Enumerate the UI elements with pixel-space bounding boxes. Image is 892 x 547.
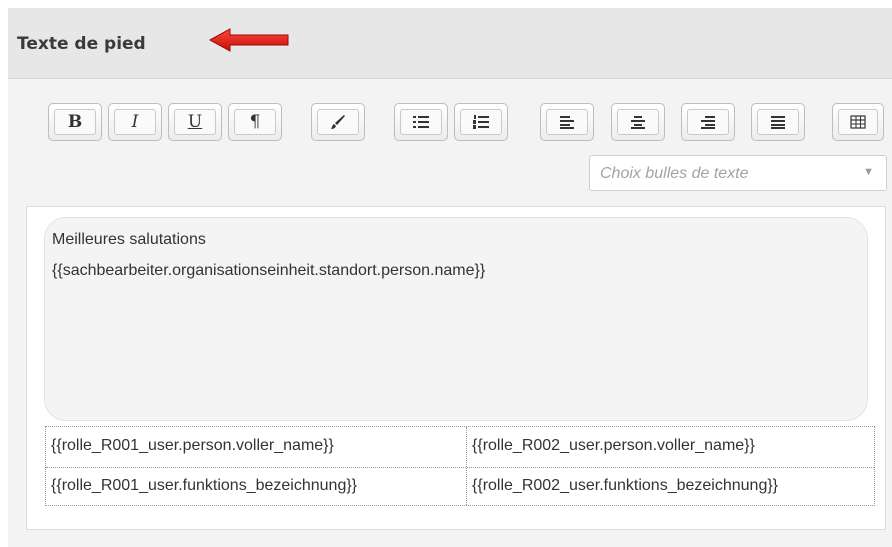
section-title: Texte de pied: [17, 34, 146, 54]
numbered-list-icon: [460, 109, 502, 135]
footer-text-line: {{sachbearbeiter.organisationseinheit.st…: [52, 262, 486, 279]
page: Texte de pied B I U ¶ Choix bulles de te…: [0, 0, 892, 547]
align-right-icon: [687, 109, 729, 135]
text-bubble-select[interactable]: Choix bulles de texte ▼: [589, 155, 887, 191]
italic-button[interactable]: I: [108, 103, 162, 141]
align-left-icon: [546, 109, 588, 135]
justify-button[interactable]: [751, 103, 805, 141]
text-bubble-placeholder: Choix bulles de texte: [600, 165, 749, 182]
align-center-button[interactable]: [611, 103, 665, 141]
justify-icon: [757, 109, 799, 135]
chevron-down-icon: ▼: [863, 166, 874, 178]
paragraph-button[interactable]: ¶: [228, 103, 282, 141]
footer-text-line: Meilleures salutations: [52, 231, 206, 248]
bullet-list-icon: [400, 109, 442, 135]
bullet-list-button[interactable]: [394, 103, 448, 141]
align-right-button[interactable]: [681, 103, 735, 141]
table-cell[interactable]: {{rolle_R002_user.funktions_bezeichnung}…: [467, 467, 874, 505]
table-cell[interactable]: {{rolle_R001_user.funktions_bezeichnung}…: [46, 467, 466, 505]
underline-button[interactable]: U: [168, 103, 222, 141]
signature-table: {{rolle_R001_user.person.voller_name}} {…: [45, 426, 875, 506]
italic-label: I: [114, 109, 156, 135]
brush-button[interactable]: [311, 103, 365, 141]
underline-label: U: [174, 109, 216, 135]
red-arrow-icon: [208, 28, 289, 52]
align-left-button[interactable]: [540, 103, 594, 141]
table-divider: [46, 467, 874, 468]
brush-icon: [317, 109, 359, 135]
paragraph-label: ¶: [234, 109, 276, 135]
bold-button[interactable]: B: [48, 103, 102, 141]
table-cell[interactable]: {{rolle_R001_user.person.voller_name}}: [46, 427, 466, 467]
table-cell[interactable]: {{rolle_R002_user.person.voller_name}}: [467, 427, 874, 467]
table-button[interactable]: [832, 103, 884, 141]
table-icon: [838, 109, 878, 135]
bold-label: B: [54, 109, 96, 135]
align-center-icon: [617, 109, 659, 135]
numbered-list-button[interactable]: [454, 103, 508, 141]
